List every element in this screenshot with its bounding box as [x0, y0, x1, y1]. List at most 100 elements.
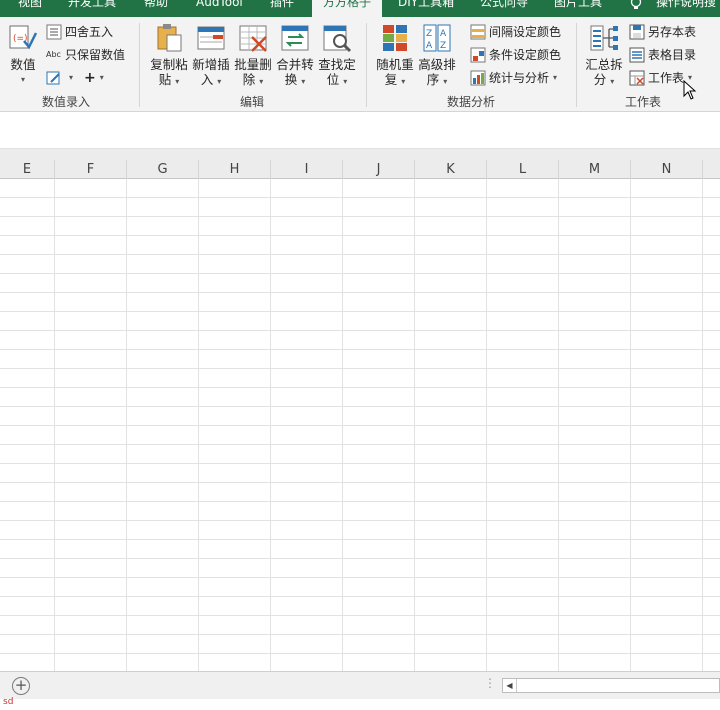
plus-dropdown[interactable]: + ▾	[84, 68, 104, 88]
column-header-k[interactable]: K	[415, 160, 487, 179]
copy-paste-button[interactable]: 复制粘 贴 ▾	[149, 23, 189, 89]
chevron-down-icon: ▾	[343, 77, 348, 86]
lightbulb-icon[interactable]	[630, 0, 650, 17]
keep-value-button[interactable]: Abc 只保留数值	[46, 45, 125, 65]
interval-color-button[interactable]: 间隔设定颜色	[470, 22, 561, 42]
splitter-handle-icon[interactable]: ⋮	[484, 676, 496, 690]
status-bar: sd	[0, 697, 720, 710]
grid-row-line	[0, 273, 720, 274]
random-blocks-icon	[383, 25, 407, 51]
sort-az-icon: Z A A Z	[423, 24, 451, 52]
group-separator	[576, 23, 577, 107]
grid-row-line	[0, 615, 720, 616]
tab-diy-toolbox[interactable]: DIY工具箱	[398, 0, 454, 17]
round-button[interactable]: 四舍五入	[46, 22, 113, 42]
column-header-h[interactable]: H	[199, 160, 271, 179]
chevron-down-icon: ▾	[401, 77, 406, 86]
save-sheet-button[interactable]: 另存本表	[629, 22, 696, 42]
magnifier-sheet-icon	[323, 25, 352, 53]
svg-text:A: A	[426, 41, 433, 51]
sheet-tab-bar: + ⋮ ◀	[0, 671, 720, 699]
grid-row-line	[0, 330, 720, 331]
column-header-f[interactable]: F	[55, 160, 127, 179]
tab-fangfang[interactable]: 方方格子	[312, 0, 382, 17]
group-separator	[366, 23, 367, 107]
sheet-toc-button[interactable]: 表格目录	[629, 45, 696, 65]
tell-me-search[interactable]: 操作说明搜	[656, 0, 716, 17]
tab-picture-tools[interactable]: 图片工具	[554, 0, 602, 17]
interval-color-label: 间隔设定颜色	[489, 25, 562, 39]
group-label-worksheet: 工作表	[624, 95, 661, 109]
tab-plugins[interactable]: 插件	[270, 0, 294, 17]
find-locate-button[interactable]: 查找定 位 ▾	[317, 23, 357, 89]
insert-button[interactable]: 新增插 入 ▾	[191, 23, 231, 89]
column-header-n[interactable]: N	[631, 160, 703, 179]
condition-color-icon	[470, 47, 486, 63]
stats-analysis-button[interactable]: 统计与分析 ▾	[470, 68, 557, 88]
scroll-left-icon[interactable]: ◀	[503, 679, 517, 692]
grid-row-line	[0, 482, 720, 483]
insert-label-line2: 入	[200, 72, 214, 87]
chevron-down-icon: ▾	[175, 77, 180, 86]
chevron-down-icon: ▾	[610, 77, 615, 86]
column-header-j[interactable]: J	[343, 160, 415, 179]
condition-color-button[interactable]: 条件设定颜色	[470, 45, 561, 65]
group-label-edit: 编辑	[239, 95, 264, 109]
column-header-i[interactable]: I	[271, 160, 343, 179]
summary-split-label-line1: 汇总拆	[585, 57, 623, 72]
horizontal-scrollbar[interactable]: ◀	[502, 678, 720, 693]
chevron-down-icon: ▾	[443, 77, 448, 86]
random-repeat-label-line2: 复	[384, 72, 398, 87]
random-repeat-label-line1: 随机重	[376, 57, 414, 72]
value-button[interactable]: (=) 数值 ▾	[6, 23, 40, 87]
round-button-label: 四舍五入	[65, 25, 114, 39]
grid-row-line	[0, 596, 720, 597]
tab-help[interactable]: 帮助	[144, 0, 168, 17]
merge-convert-label-line1: 合并转	[276, 57, 314, 72]
grid-row-line	[0, 501, 720, 502]
column-header-l[interactable]: L	[487, 160, 559, 179]
column-header-e[interactable]: E	[0, 160, 55, 179]
tab-view[interactable]: 视图	[18, 0, 42, 17]
batch-delete-button[interactable]: 批量删 除 ▾	[233, 23, 273, 89]
format-dropdown[interactable]: ▾	[46, 68, 73, 88]
find-locate-label-line1: 查找定	[318, 57, 356, 72]
grid-row-line	[0, 387, 720, 388]
add-sheet-button[interactable]: +	[12, 677, 30, 695]
svg-text:Z: Z	[426, 29, 432, 39]
grid-row-line	[0, 463, 720, 464]
cell-grid[interactable]	[0, 179, 720, 671]
grid-row-line	[0, 634, 720, 635]
summary-split-button[interactable]: 汇总拆 分 ▾	[584, 23, 624, 89]
advanced-sort-label-line1: 高级排	[418, 57, 456, 72]
tab-audtool[interactable]: AudTool	[196, 0, 243, 17]
chevron-down-icon: ▾	[99, 73, 104, 82]
advanced-sort-button[interactable]: Z A A Z 高级排 序 ▾	[417, 23, 457, 89]
chevron-down-icon: ▾	[217, 77, 222, 86]
merge-convert-icon	[281, 25, 309, 51]
column-header-row: E F G H I J K L M N	[0, 160, 720, 179]
summary-split-label-line2: 分	[593, 72, 607, 87]
batch-delete-label-line1: 批量删	[234, 57, 272, 72]
tab-developer[interactable]: 开发工具	[68, 0, 116, 17]
ribbon: (=) 数值 ▾ 四舍五入 Abc 只保留数值 ▾ + ▾ 数值录入 复制粘 贴…	[0, 17, 720, 112]
condition-color-label: 条件设定颜色	[489, 48, 562, 62]
column-header-m[interactable]: M	[559, 160, 631, 179]
formula-bar[interactable]	[0, 122, 720, 149]
pencil-sheet-icon	[46, 71, 60, 85]
group-label-data-analysis: 数据分析	[446, 95, 495, 109]
value-icon: (=)	[9, 25, 38, 50]
value-button-label: 数值	[10, 57, 36, 72]
chevron-down-icon: ▾	[20, 75, 25, 84]
merge-convert-button[interactable]: 合并转 换 ▾	[275, 23, 315, 89]
tab-formula-wizard[interactable]: 公式向导	[480, 0, 528, 17]
grid-row-line	[0, 539, 720, 540]
save-sheet-label: 另存本表	[648, 25, 697, 39]
summary-split-icon	[590, 25, 618, 51]
column-header-g[interactable]: G	[127, 160, 199, 179]
worksheet-icon	[629, 70, 645, 86]
keep-value-button-label: 只保留数值	[65, 48, 126, 62]
status-text: sd	[3, 697, 14, 707]
random-repeat-button[interactable]: 随机重 复 ▾	[375, 23, 415, 89]
sheet-toc-icon	[629, 47, 645, 63]
